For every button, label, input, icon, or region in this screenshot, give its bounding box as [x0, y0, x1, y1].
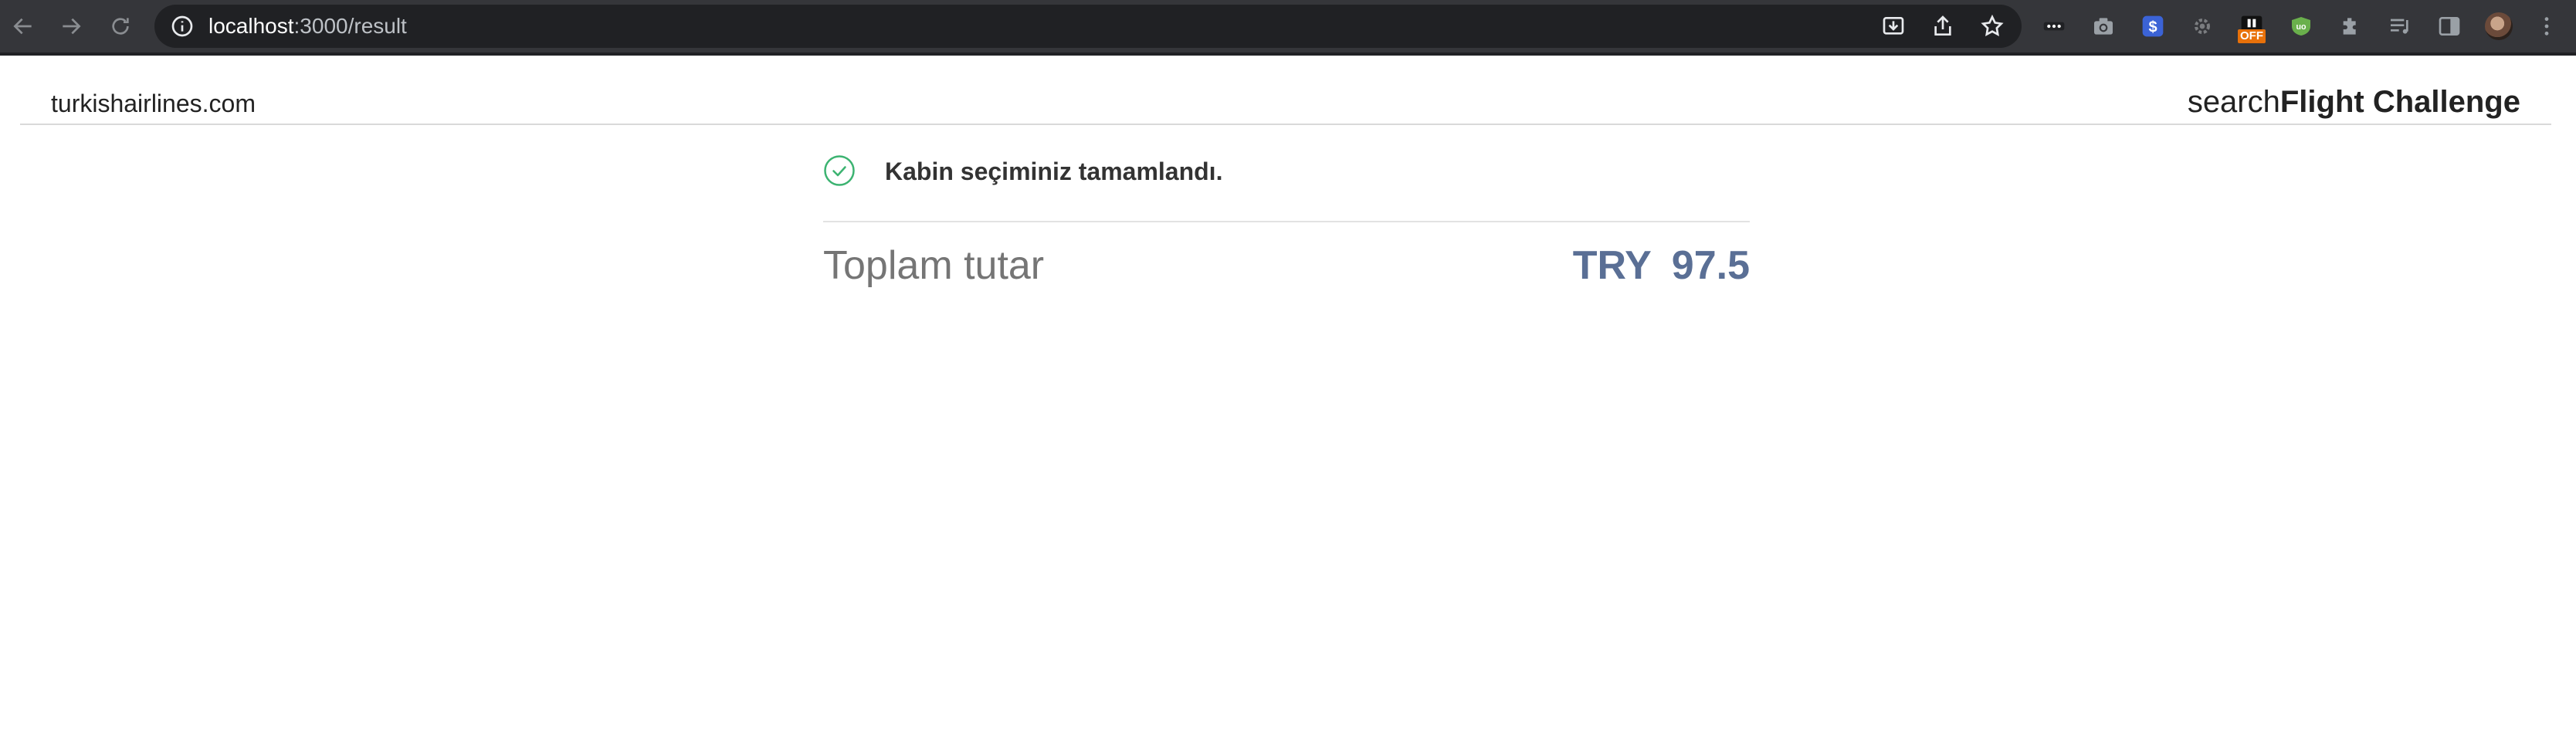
forward-button[interactable] [56, 11, 86, 42]
dots-extension-icon[interactable] [2039, 11, 2069, 42]
dollar-extension-icon[interactable]: $ [2137, 11, 2168, 42]
success-row: Kabin seçiminiz tamamlandı. [823, 151, 1750, 193]
divider [823, 221, 1750, 222]
bookmark-star-icon[interactable] [1980, 14, 2005, 39]
browser-menu-button[interactable] [2531, 11, 2562, 42]
site-domain[interactable]: turkishairlines.com [51, 90, 256, 118]
share-icon[interactable] [1930, 14, 1955, 39]
install-app-icon[interactable] [1881, 14, 1906, 39]
url-text[interactable]: localhost:3000/result [208, 5, 407, 48]
gear-extension-icon[interactable] [2187, 11, 2218, 42]
ublock-extension-icon[interactable]: uo [2286, 11, 2317, 42]
back-button[interactable] [8, 11, 39, 42]
pause-extension-icon[interactable]: OFF [2236, 11, 2267, 43]
browser-toolbar: localhost:3000/result $ OFF uo [0, 0, 2576, 56]
profile-avatar[interactable] [2483, 11, 2514, 42]
camera-extension-icon[interactable] [2088, 11, 2119, 42]
arrow-left-icon [13, 18, 32, 35]
side-panel-icon[interactable] [2434, 11, 2465, 42]
extension-badge: OFF [2238, 29, 2266, 43]
site-header: turkishairlines.com searchFlight Challen… [20, 80, 2551, 125]
check-circle-icon [824, 155, 855, 186]
total-amount: TRY 97.5 [1573, 242, 1750, 289]
brand-title[interactable]: searchFlight Challenge [2188, 85, 2520, 120]
kebab-menu-icon [2544, 17, 2549, 36]
puzzle-extensions-icon[interactable] [2335, 11, 2366, 42]
result-panel: Kabin seçiminiz tamamlandı. Toplam tutar… [823, 151, 1750, 288]
svg-text:$: $ [2148, 19, 2157, 36]
url-host: localhost [208, 14, 294, 38]
brand-bold: Flight Challenge [2279, 85, 2520, 119]
avatar [2485, 12, 2513, 40]
total-label: Toplam tutar [823, 243, 1045, 288]
arrow-right-icon [63, 18, 81, 35]
success-message: Kabin seçiminiz tamamlandı. [885, 158, 1223, 185]
url-path: :3000/result [293, 14, 407, 38]
svg-text:uo: uo [2296, 22, 2307, 32]
reload-icon [112, 18, 129, 35]
reload-button[interactable] [105, 11, 136, 42]
site-info-icon[interactable] [170, 14, 195, 39]
address-bar[interactable]: localhost:3000/result [154, 5, 2022, 48]
total-value: 97.5 [1671, 243, 1750, 288]
brand-prefix: search [2187, 85, 2280, 119]
total-currency: TRY [1572, 243, 1652, 288]
media-queue-icon[interactable] [2384, 11, 2415, 42]
